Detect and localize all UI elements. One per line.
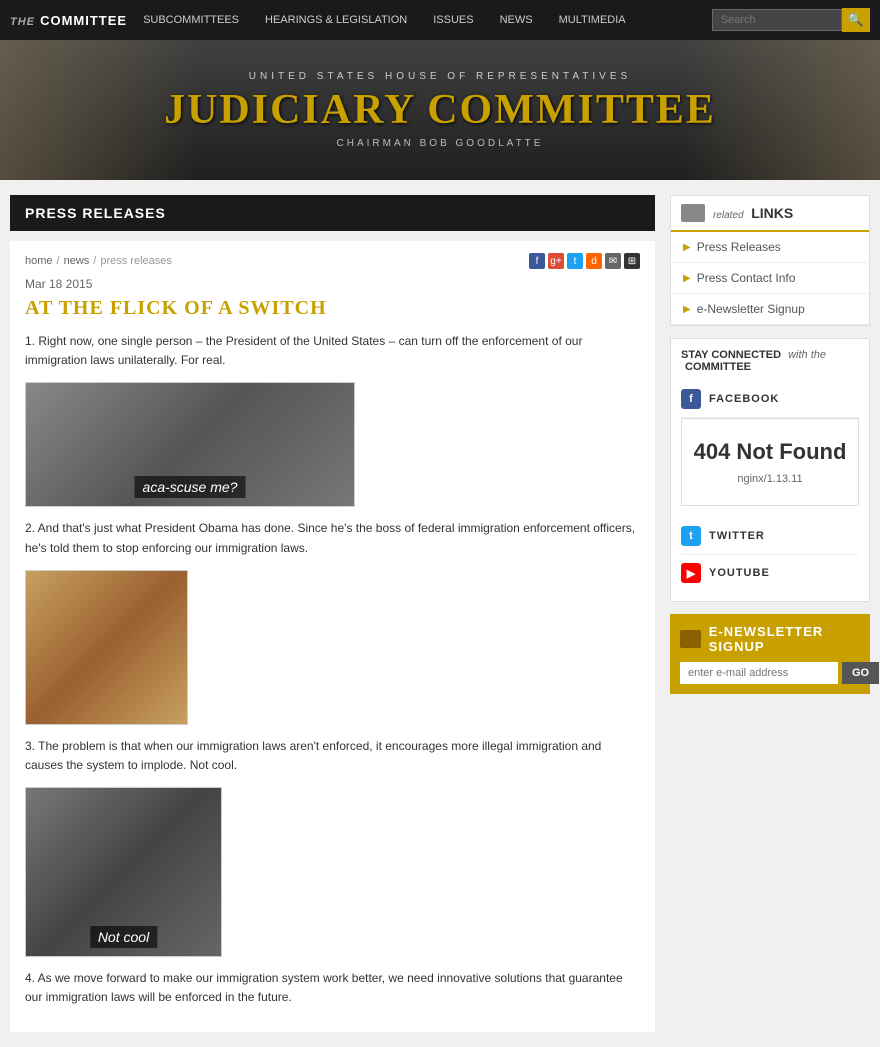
article-para-2: 2. And that's just what President Obama … bbox=[25, 519, 640, 557]
nav-subcommittees[interactable]: SUBCOMMITTEES bbox=[131, 14, 251, 26]
share-print-icon[interactable]: ⊞ bbox=[624, 253, 640, 269]
newsletter-title: e-NEWSLETTER SIGNUP bbox=[709, 624, 860, 654]
article-title: AT THE FLICK OF A SWITCH bbox=[25, 297, 640, 320]
related-label-large: LINKS bbox=[751, 205, 793, 221]
sidebar-link-enewsletter[interactable]: ▶ e-Newsletter Signup bbox=[671, 294, 869, 325]
nav-news[interactable]: NEWS bbox=[488, 14, 545, 26]
stay-connected-title: STAY CONNECTED with the COMMITTEE bbox=[681, 349, 859, 373]
article-para-1: 1. Right now, one single person – the Pr… bbox=[25, 332, 640, 370]
social-share-icons: f g+ t d ✉ ⊞ bbox=[529, 253, 640, 269]
youtube-row[interactable]: ▶ YOUTUBE bbox=[681, 555, 859, 591]
facebook-label: FACEBOOK bbox=[709, 393, 779, 405]
nav-issues[interactable]: ISSUES bbox=[421, 14, 485, 26]
banner-subtitle: UNITED STATES HOUSE of REPRESENTATIVES bbox=[164, 71, 716, 82]
related-links-title: related LINKS bbox=[713, 205, 793, 221]
twitter-label: TWITTER bbox=[709, 530, 765, 542]
share-facebook-icon[interactable]: f bbox=[529, 253, 545, 269]
not-found-title: 404 Not Found bbox=[692, 439, 848, 465]
banner-chairman: CHAIRMAN BOB GOODLATTE bbox=[164, 138, 716, 149]
link-label-press-releases: Press Releases bbox=[697, 240, 781, 254]
newsletter-input-row: GO bbox=[680, 662, 860, 684]
twitter-icon: t bbox=[681, 526, 701, 546]
related-links-header: related LINKS bbox=[671, 196, 869, 232]
link-label-enewsletter: e-Newsletter Signup bbox=[697, 302, 805, 316]
arrow-icon-2: ▶ bbox=[683, 273, 691, 284]
search-bar: 🔍 bbox=[712, 8, 870, 32]
sidebar-link-press-contact[interactable]: ▶ Press Contact Info bbox=[671, 263, 869, 294]
article-image-1: aca-scuse me? bbox=[25, 382, 355, 507]
link-label-press-contact: Press Contact Info bbox=[697, 271, 796, 285]
article-image-3-caption: Not cool bbox=[90, 926, 157, 948]
related-links-icon bbox=[681, 204, 705, 222]
newsletter-email-input[interactable] bbox=[680, 662, 838, 684]
breadcrumb-sep2: / bbox=[93, 255, 96, 267]
main-layout: PRESS RELEASES home / news / press relea… bbox=[0, 180, 880, 1047]
article-date: Mar 18 2015 bbox=[25, 277, 640, 291]
twitter-row[interactable]: t TWITTER bbox=[681, 518, 859, 555]
article-area: home / news / press releases f g+ t d ✉ … bbox=[10, 241, 655, 1032]
newsletter-icon bbox=[680, 630, 701, 648]
article-para-4: 4. As we move forward to make our immigr… bbox=[25, 969, 640, 1007]
not-found-server: nginx/1.13.11 bbox=[692, 473, 848, 485]
section-header: PRESS RELEASES bbox=[10, 195, 655, 231]
article-image-2 bbox=[25, 570, 188, 725]
facebook-row[interactable]: f FACEBOOK bbox=[681, 381, 859, 418]
share-email-icon[interactable]: ✉ bbox=[605, 253, 621, 269]
related-links-box: related LINKS ▶ Press Releases ▶ Press C… bbox=[670, 195, 870, 326]
navigation: the COMMITTEE SUBCOMMITTEES HEARINGS & L… bbox=[0, 0, 880, 40]
not-found-box: 404 Not Found nginx/1.13.11 bbox=[681, 418, 859, 506]
breadcrumb: home / news / press releases f g+ t d ✉ … bbox=[25, 253, 640, 269]
banner-content: UNITED STATES HOUSE of REPRESENTATIVES J… bbox=[164, 71, 716, 149]
youtube-label: YOUTUBE bbox=[709, 567, 770, 579]
stay-connected-box: STAY CONNECTED with the COMMITTEE f FACE… bbox=[670, 338, 870, 602]
article-image-1-caption: aca-scuse me? bbox=[135, 476, 246, 498]
nav-logo: the COMMITTEE bbox=[10, 13, 127, 28]
search-input[interactable] bbox=[712, 9, 842, 31]
share-googleplus-icon[interactable]: g+ bbox=[548, 253, 564, 269]
nav-items: SUBCOMMITTEES HEARINGS & LEGISLATION ISS… bbox=[131, 14, 712, 26]
related-label-small: related bbox=[713, 210, 744, 221]
newsletter-box: e-NEWSLETTER SIGNUP GO bbox=[670, 614, 870, 694]
sidebar-link-press-releases[interactable]: ▶ Press Releases bbox=[671, 232, 869, 263]
article-para-3: 3. The problem is that when our immigrat… bbox=[25, 737, 640, 775]
nav-hearings[interactable]: HEARINGS & LEGISLATION bbox=[253, 14, 419, 26]
sidebar: related LINKS ▶ Press Releases ▶ Press C… bbox=[670, 195, 870, 1032]
breadcrumb-current: press releases bbox=[100, 255, 172, 267]
banner-title: JUDICIARY COMMITTEE bbox=[164, 86, 716, 134]
nav-multimedia[interactable]: MULTIMEDIA bbox=[547, 14, 638, 26]
facebook-icon: f bbox=[681, 389, 701, 409]
main-content: PRESS RELEASES home / news / press relea… bbox=[10, 195, 655, 1032]
breadcrumb-news[interactable]: news bbox=[64, 255, 90, 267]
share-twitter-icon[interactable]: t bbox=[567, 253, 583, 269]
nav-committee-label[interactable]: COMMITTEE bbox=[40, 13, 127, 28]
arrow-icon-1: ▶ bbox=[683, 242, 691, 253]
newsletter-go-button[interactable]: GO bbox=[842, 662, 879, 684]
breadcrumb-home[interactable]: home bbox=[25, 255, 53, 267]
breadcrumb-path: home / news / press releases bbox=[25, 255, 172, 267]
banner: UNITED STATES HOUSE of REPRESENTATIVES J… bbox=[0, 40, 880, 180]
article-image-3: Not cool bbox=[25, 787, 222, 957]
breadcrumb-sep1: / bbox=[57, 255, 60, 267]
arrow-icon-3: ▶ bbox=[683, 304, 691, 315]
newsletter-header: e-NEWSLETTER SIGNUP bbox=[680, 624, 860, 654]
youtube-icon: ▶ bbox=[681, 563, 701, 583]
search-button[interactable]: 🔍 bbox=[842, 8, 870, 32]
share-digg-icon[interactable]: d bbox=[586, 253, 602, 269]
